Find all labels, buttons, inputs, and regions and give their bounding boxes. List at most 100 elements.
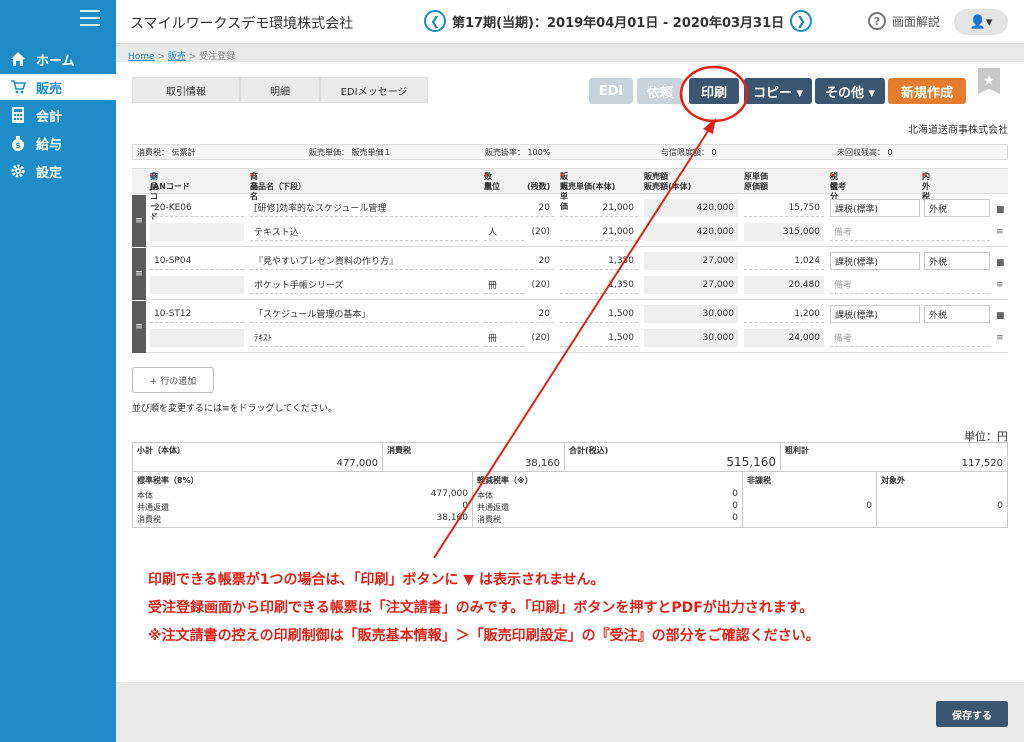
qty-field[interactable]: 20 (484, 252, 554, 270)
line-label: 消費税 (137, 515, 161, 524)
home-icon (10, 51, 26, 67)
standard-value: 477,000 (430, 489, 468, 499)
unit-field[interactable]: 冊 (484, 329, 524, 347)
sidebar-item-sales[interactable]: 販売 (0, 74, 116, 100)
tab-bar: 取引情報 明細 EDIメッセージ (132, 77, 428, 103)
name-field[interactable]: 『見やすいプレゼン資料の作り方』 (250, 252, 478, 270)
drag-handle-icon[interactable]: ≡ (132, 301, 146, 353)
annotation-notes: 印刷できる帳票が1つの場合は、「印刷」ボタンに ▼ は表示されません。 受注登録… (148, 566, 820, 650)
line-label: 本体 (477, 491, 493, 500)
col-memo: 備考 (830, 182, 846, 191)
reduced-value: 0 (732, 489, 738, 499)
cost-field[interactable]: 1,024 (744, 252, 824, 270)
reduced-rate-cell: 軽減税率（※） 本体 共通返還 消費税 0 0 0 (473, 472, 743, 527)
breadcrumb: Home > 販売 > 受注登録 (128, 49, 235, 62)
name2-field[interactable]: ポケット手帳シリーズ (250, 276, 478, 294)
name-field[interactable]: [研修]効率的なスケジュール管理 (250, 199, 478, 217)
row-menu-icon[interactable]: ≡ (996, 280, 1006, 290)
standard-value: 38,160 (436, 513, 469, 523)
price-field[interactable]: 1,350 (560, 252, 638, 270)
jan-field[interactable] (150, 329, 244, 347)
price2-field[interactable]: 21,000 (560, 223, 638, 241)
tax-class-select[interactable]: 課税(標準) (830, 252, 920, 270)
drag-handle-icon[interactable]: ≡ (132, 248, 146, 300)
copy-button[interactable]: コピー ▾ (744, 78, 812, 104)
tax-breakdown: 標準税率（8%） 本体 共通返還 消費税 477,000 0 38,160 軽減… (132, 472, 1008, 528)
unit-field[interactable]: 冊 (484, 276, 524, 294)
row-delete-icon[interactable]: ■ (996, 311, 1006, 321)
tab-details[interactable]: 明細 (240, 77, 320, 103)
price-field[interactable]: 21,000 (560, 199, 638, 217)
info-bar: 消費税： 伝票計 販売単価： 販売単価１ 販売掛率： 100% 与信限度額： 0… (132, 144, 1008, 160)
customer-name: 北海道送商事株式会社 (908, 125, 1008, 136)
row-menu-icon[interactable]: ≡ (996, 333, 1006, 343)
jan-field[interactable] (150, 223, 244, 241)
drag-handle-icon[interactable]: ≡ (132, 195, 146, 247)
prev-period-button[interactable]: ❮ (424, 10, 446, 32)
name-field[interactable]: 「スケジュール管理の基本」 (250, 305, 478, 323)
memo-field[interactable]: 備考 (830, 329, 990, 347)
cost-field[interactable]: 1,200 (744, 305, 824, 323)
price-field[interactable]: 1,500 (560, 305, 638, 323)
price2-field[interactable]: 1,350 (560, 276, 638, 294)
sidebar-item-payroll[interactable]: $ 給与 (0, 130, 116, 156)
name2-field[interactable]: ﾃｷｽﾄ (250, 329, 478, 347)
qty-field[interactable]: 20 (484, 199, 554, 217)
sidebar-item-accounting[interactable]: 会計 (0, 102, 116, 128)
cost-amount-value: 20,480 (744, 276, 824, 294)
tax-cell: 消費税 38,160 (383, 443, 565, 471)
table-row: ≡ 10-SP04 『見やすいプレゼン資料の作り方』 ポケット手帳シリーズ 20… (132, 248, 1008, 300)
note-line: 印刷できる帳票が1つの場合は、「印刷」ボタンに ▼ は表示されません。 (148, 572, 605, 588)
row-delete-icon[interactable]: ■ (996, 258, 1006, 268)
tax-class-select[interactable]: 課税(標準) (830, 305, 920, 323)
row-menu-icon[interactable]: ≡ (996, 227, 1006, 237)
new-button[interactable]: 新規作成 (888, 78, 966, 104)
jan-field[interactable] (150, 276, 244, 294)
tax-inout-select[interactable]: 外税 (924, 199, 990, 217)
code-field[interactable]: 10-SP04 (150, 252, 244, 270)
total-label: 合計(税込) (569, 446, 609, 455)
add-row-button[interactable]: + 行の追加 (132, 367, 214, 393)
breadcrumb-home[interactable]: Home (128, 52, 155, 62)
memo-field[interactable]: 備考 (830, 223, 990, 241)
line-label: 本体 (137, 491, 153, 500)
sidebar-item-home[interactable]: ホーム (0, 46, 116, 72)
tax-label: 消費税 (387, 446, 411, 455)
tax-inout-select[interactable]: 外税 (924, 252, 990, 270)
code-field[interactable]: 10-ST12 (150, 305, 244, 323)
save-button[interactable]: 保存する (936, 701, 1008, 727)
breadcrumb-current: 受注登録 (199, 52, 236, 62)
sidebar-item-settings[interactable]: 設定 (0, 158, 116, 184)
price2-field[interactable]: 1,500 (560, 329, 638, 347)
amount2-value: 27,000 (644, 276, 738, 294)
help-link[interactable]: ? 画面解説 (868, 12, 940, 30)
tax-class-select[interactable]: 課税(標準) (830, 199, 920, 217)
edi-button[interactable]: EDI (589, 78, 633, 104)
drag-note: 並び順を変更するには≡をドラッグしてください。 (132, 404, 338, 414)
tab-edi-message[interactable]: EDIメッセージ (320, 77, 428, 103)
tax-inout-select[interactable]: 外税 (924, 305, 990, 323)
tax-mode: 消費税： 伝票計 (137, 147, 196, 157)
menu-icon[interactable] (80, 10, 100, 26)
request-button[interactable]: 依頼 (637, 78, 683, 104)
company-name: スマイルワークスデモ環境株式会社 (130, 16, 354, 32)
help-icon: ? (868, 12, 886, 30)
exempt-label: 非課税 (747, 476, 771, 485)
subtotal-cell: 小計（本体） 477,000 (133, 443, 383, 471)
cost-field[interactable]: 15,750 (744, 199, 824, 217)
next-period-button[interactable]: ❯ (790, 10, 813, 32)
tab-transaction-info[interactable]: 取引情報 (132, 77, 240, 103)
code-field[interactable]: 20-KE06 (150, 199, 244, 217)
unit-field[interactable]: 人 (484, 223, 524, 241)
memo-field[interactable]: 備考 (830, 276, 990, 294)
row-delete-icon[interactable]: ■ (996, 205, 1006, 215)
other-menu-button[interactable]: その他 ▾ (815, 78, 885, 104)
name2-field[interactable]: テキスト込 (250, 223, 478, 241)
qty-field[interactable]: 20 (484, 305, 554, 323)
print-button[interactable]: 印刷 (689, 78, 739, 104)
user-menu-button[interactable]: 👤▾ (954, 9, 1008, 35)
price-mode: 販売単価： 販売単価１ (309, 147, 392, 157)
breadcrumb-sales[interactable]: 販売 (168, 52, 186, 62)
col-cost2: 原価額 (744, 182, 768, 191)
sidebar-item-label: 会計 (36, 109, 63, 125)
